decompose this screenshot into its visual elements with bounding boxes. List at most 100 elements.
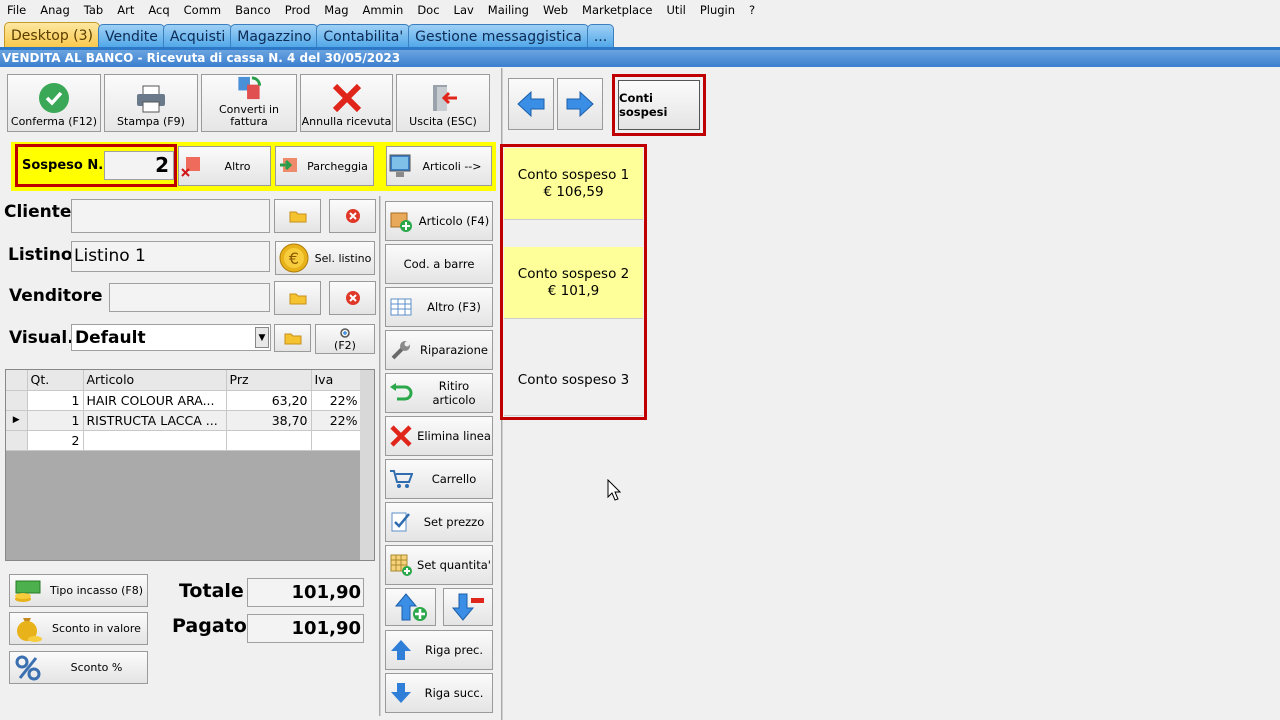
tab-contabilita[interactable]: Contabilita'	[316, 24, 411, 48]
table-row[interactable]: 1 HAIR COLOUR ARA... 63,20 22%	[6, 390, 362, 411]
set-prezzo-button[interactable]: Set prezzo	[385, 502, 493, 542]
grid-scrollbar[interactable]	[360, 370, 374, 560]
elimina-linea-button[interactable]: Elimina linea	[385, 416, 493, 456]
cell-prz[interactable]	[226, 430, 312, 451]
cell-articolo[interactable]: RISTRUCTA LACCA ...	[83, 410, 227, 431]
money-bag-icon	[17, 617, 42, 642]
listino-label: Listino	[8, 245, 73, 265]
ritiro-button[interactable]: Ritiro articolo	[385, 373, 493, 413]
riga-prec-button[interactable]: Riga prec.	[385, 630, 493, 670]
pagato-field[interactable]: 101,90	[247, 614, 364, 643]
convert-invoice-button[interactable]: Converti in fattura	[201, 74, 297, 132]
riparazione-button[interactable]: Riparazione	[385, 330, 493, 370]
riga-succ-button[interactable]: Riga succ.	[385, 673, 493, 713]
cliente-browse-button[interactable]	[274, 199, 321, 233]
table-row[interactable]: 2	[6, 430, 362, 451]
confirm-button[interactable]: Conferma (F12)	[7, 74, 101, 132]
cell-iva[interactable]: 22%	[311, 410, 362, 431]
venditore-browse-button[interactable]	[274, 281, 321, 315]
cell-iva[interactable]: 22%	[311, 390, 362, 411]
cell-articolo[interactable]: HAIR COLOUR ARA...	[83, 390, 227, 411]
conto-sospeso-3[interactable]: Conto sospeso 3	[504, 346, 643, 416]
venditore-field[interactable]	[109, 283, 270, 312]
sconto-perc-button[interactable]: Sconto %	[9, 651, 148, 684]
menu-item-help[interactable]: ?	[745, 3, 759, 17]
cell-articolo[interactable]	[83, 430, 227, 451]
listino-field[interactable]: Listino 1	[71, 241, 270, 272]
cell-iva[interactable]	[311, 430, 362, 451]
cell-prz[interactable]: 38,70	[226, 410, 312, 431]
tab-acquisti[interactable]: Acquisti	[162, 24, 233, 48]
parcheggia-button[interactable]: Parcheggia	[275, 146, 374, 186]
conto-sospeso-2[interactable]: Conto sospeso 2 € 101,9	[504, 247, 643, 319]
carrello-label: Carrello	[431, 472, 477, 486]
menu-item-banco[interactable]: Banco	[231, 3, 275, 17]
sconto-valore-button[interactable]: Sconto in valore	[9, 612, 148, 645]
conto-sospeso-1[interactable]: Conto sospeso 1 € 106,59	[504, 148, 643, 220]
zoom-f2-button[interactable]: (F2)	[315, 324, 375, 354]
exit-button[interactable]: Uscita (ESC)	[396, 74, 490, 132]
print-button[interactable]: Stampa (F9)	[104, 74, 198, 132]
sospeso-number-field[interactable]: 2	[104, 151, 174, 180]
tab-gestione-messaggistica[interactable]: Gestione messaggistica	[408, 24, 589, 48]
next-arrow-button[interactable]	[557, 78, 603, 130]
altro-f3-button[interactable]: Altro (F3)	[385, 287, 493, 327]
menu-item-acq[interactable]: Acq	[144, 3, 173, 17]
prev-arrow-button[interactable]	[508, 78, 554, 130]
menu-item-web[interactable]: Web	[539, 3, 572, 17]
articolo-f4-button[interactable]: Articolo (F4)	[385, 201, 493, 241]
arrow-down-icon	[391, 683, 411, 703]
tab-desktop[interactable]: Desktop (3)	[4, 22, 101, 48]
conti-sospesi-button[interactable]: Conti sospesi	[618, 80, 700, 130]
cliente-field[interactable]	[71, 199, 270, 233]
row-indicator	[6, 430, 28, 451]
cell-prz[interactable]: 63,20	[226, 390, 312, 411]
menu-item-lav[interactable]: Lav	[450, 3, 478, 17]
set-quantita-label: Set quantita'	[417, 558, 491, 572]
visual-select[interactable]: Default ▼	[71, 324, 271, 351]
red-x-icon	[332, 83, 361, 113]
cell-qt[interactable]: 1	[27, 390, 84, 411]
menu-item-mag[interactable]: Mag	[320, 3, 352, 17]
altro-button[interactable]: Altro	[178, 146, 271, 186]
convert-label-2: fattura	[230, 115, 268, 128]
articles-grid[interactable]: Qt. Articolo Prz Iva 1 HAIR COLOUR ARA..…	[5, 369, 375, 561]
menu-item-file[interactable]: File	[3, 3, 30, 17]
sel-listino-button[interactable]: € Sel. listino	[275, 241, 375, 275]
menu-item-util[interactable]: Util	[663, 3, 690, 17]
menu-item-art[interactable]: Art	[113, 3, 138, 17]
set-quantita-button[interactable]: Set quantita'	[385, 545, 493, 585]
cell-qt[interactable]: 1	[27, 410, 84, 431]
table-row[interactable]: ▶ 1 RISTRUCTA LACCA ... 38,70 22%	[6, 410, 362, 431]
tab-magazzino[interactable]: Magazzino	[230, 24, 319, 48]
menu-item-ammin[interactable]: Ammin	[359, 3, 408, 17]
cart-icon	[390, 470, 413, 488]
row-down-remove-button[interactable]	[443, 588, 493, 626]
clear-icon	[345, 291, 360, 305]
riga-prec-label: Riga prec.	[424, 643, 484, 657]
menu-item-anag[interactable]: Anag	[36, 3, 74, 17]
cell-qt[interactable]: 2	[27, 430, 84, 451]
table-header: Qt. Articolo Prz Iva	[6, 370, 362, 391]
menu-item-marketplace[interactable]: Marketplace	[578, 3, 656, 17]
menu-item-tab[interactable]: Tab	[80, 3, 107, 17]
menu-item-mailing[interactable]: Mailing	[484, 3, 533, 17]
articoli-button[interactable]: Articoli -->	[386, 146, 492, 186]
venditore-clear-button[interactable]	[329, 281, 376, 315]
barcode-button[interactable]: Cod. a barre	[385, 244, 493, 284]
header-indicator	[6, 370, 28, 391]
tipo-incasso-button[interactable]: Tipo incasso (F8)	[9, 574, 148, 607]
visual-browse-button[interactable]	[274, 324, 311, 352]
menu-item-prod[interactable]: Prod	[281, 3, 315, 17]
exit-door-icon	[433, 85, 457, 111]
carrello-button[interactable]: Carrello	[385, 459, 493, 499]
menu-item-comm[interactable]: Comm	[180, 3, 225, 17]
menu-item-doc[interactable]: Doc	[413, 3, 443, 17]
row-up-add-button[interactable]	[385, 588, 436, 626]
tab-vendite[interactable]: Vendite	[98, 24, 165, 48]
cancel-receipt-button[interactable]: Annulla ricevuta	[300, 74, 393, 132]
cliente-clear-button[interactable]	[329, 199, 376, 233]
menu-item-plugin[interactable]: Plugin	[696, 3, 739, 17]
tab-more[interactable]: ...	[586, 24, 615, 48]
percent-icon	[15, 655, 41, 680]
